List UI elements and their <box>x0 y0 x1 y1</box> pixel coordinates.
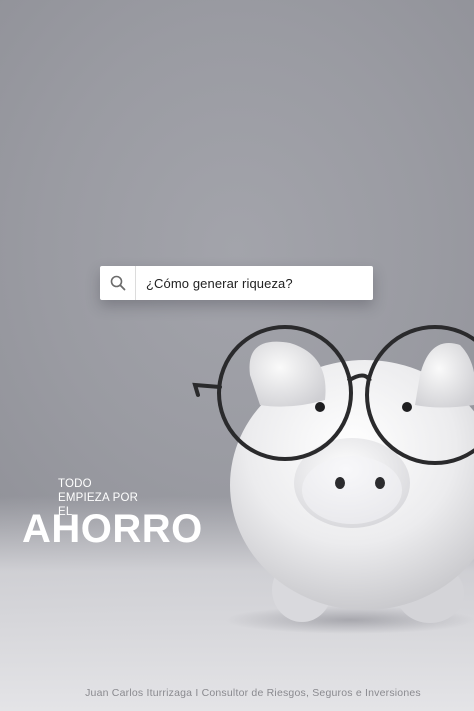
search-icon[interactable] <box>100 266 136 300</box>
tagline-line-2: EMPIEZA POR <box>58 492 139 504</box>
footer-credit: Juan Carlos Iturrizaga I Consultor de Ri… <box>85 687 421 699</box>
tagline-line-1: TODO <box>58 478 92 490</box>
headline: AHORRO <box>22 507 203 551</box>
search-input[interactable]: ¿Cómo generar riqueza? <box>136 276 293 291</box>
piggy-bank-image <box>192 325 474 634</box>
search-bar[interactable]: ¿Cómo generar riqueza? <box>100 266 373 300</box>
